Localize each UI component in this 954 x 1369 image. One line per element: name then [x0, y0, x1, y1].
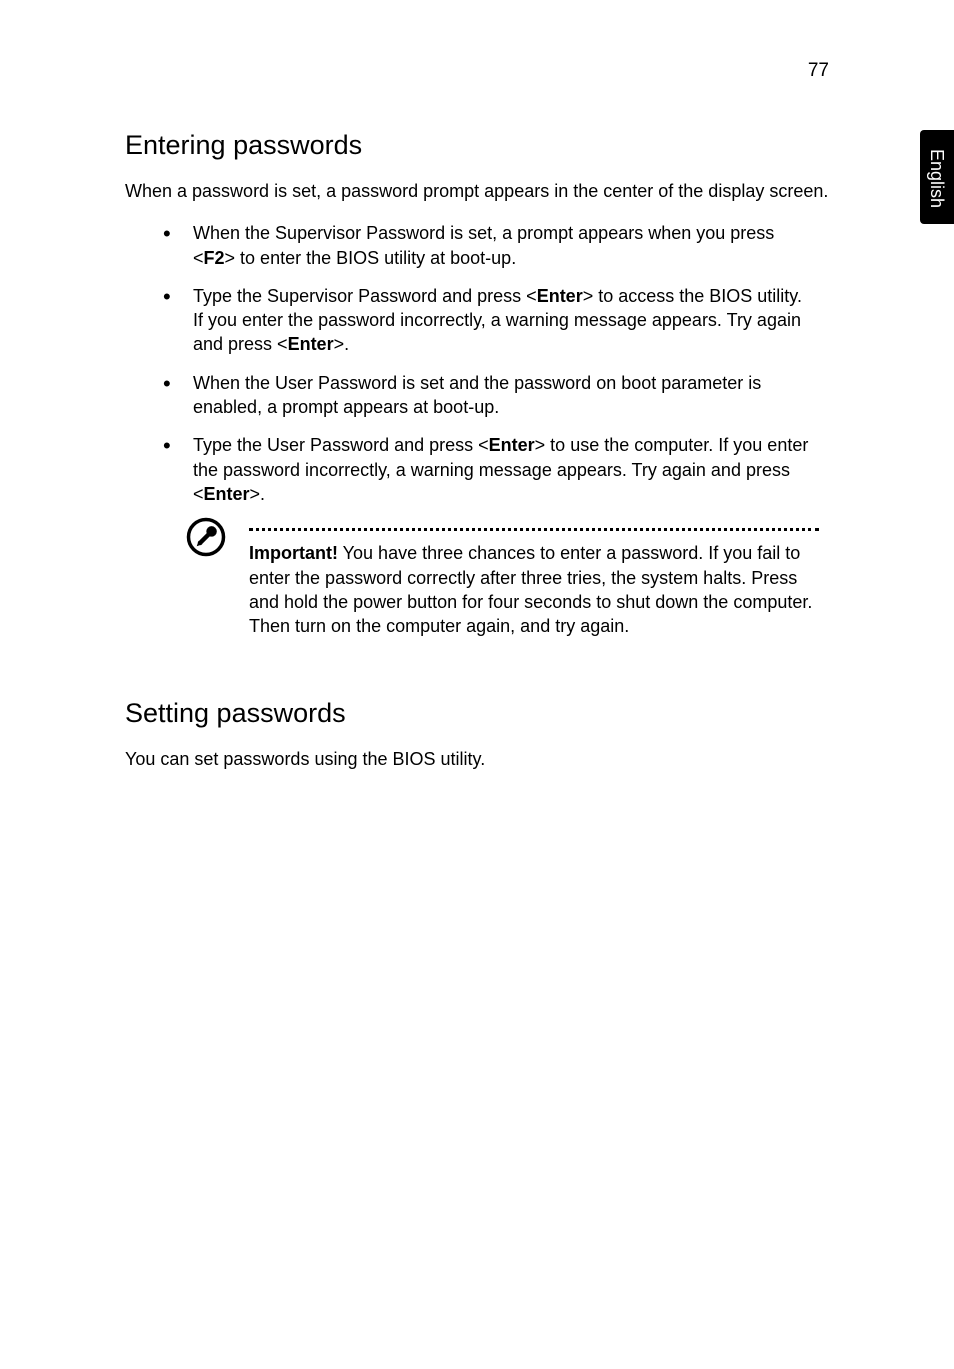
- bullet-text: >.: [250, 484, 266, 504]
- heading-setting-passwords: Setting passwords: [125, 698, 839, 729]
- intro-setting-passwords: You can set passwords using the BIOS uti…: [125, 747, 839, 771]
- intro-entering-passwords: When a password is set, a password promp…: [125, 179, 839, 203]
- bullet-text: Type the Supervisor Password and press <: [193, 286, 537, 306]
- language-tab: English: [920, 130, 954, 224]
- heading-entering-passwords: Entering passwords: [125, 130, 839, 161]
- callout-text: Important! You have three chances to ent…: [249, 541, 819, 638]
- key-label: F2: [204, 248, 225, 268]
- pin-icon: [185, 516, 231, 562]
- callout-label: Important!: [249, 543, 338, 563]
- important-callout: Important! You have three chances to ent…: [185, 520, 839, 638]
- page-number: 77: [808, 60, 829, 82]
- bullet-text: Type the User Password and press <: [193, 435, 489, 455]
- page: 77 English Entering passwords When a pas…: [0, 0, 954, 1369]
- bullet-text: When the User Password is set and the pa…: [193, 373, 761, 417]
- key-label: Enter: [537, 286, 583, 306]
- callout-content: Important! You have three chances to ent…: [231, 520, 819, 638]
- list-item: Type the Supervisor Password and press <…: [163, 284, 809, 357]
- list-item: Type the User Password and press <Enter>…: [163, 433, 809, 506]
- key-label: Enter: [489, 435, 535, 455]
- bullet-text: > to enter the BIOS utility at boot-up.: [225, 248, 517, 268]
- key-label: Enter: [204, 484, 250, 504]
- list-item: When the User Password is set and the pa…: [163, 371, 809, 420]
- key-label: Enter: [288, 334, 334, 354]
- list-item: When the Supervisor Password is set, a p…: [163, 221, 809, 270]
- bullet-text: >.: [334, 334, 350, 354]
- dotted-rule: [249, 528, 819, 531]
- bullet-list: When the Supervisor Password is set, a p…: [125, 221, 839, 506]
